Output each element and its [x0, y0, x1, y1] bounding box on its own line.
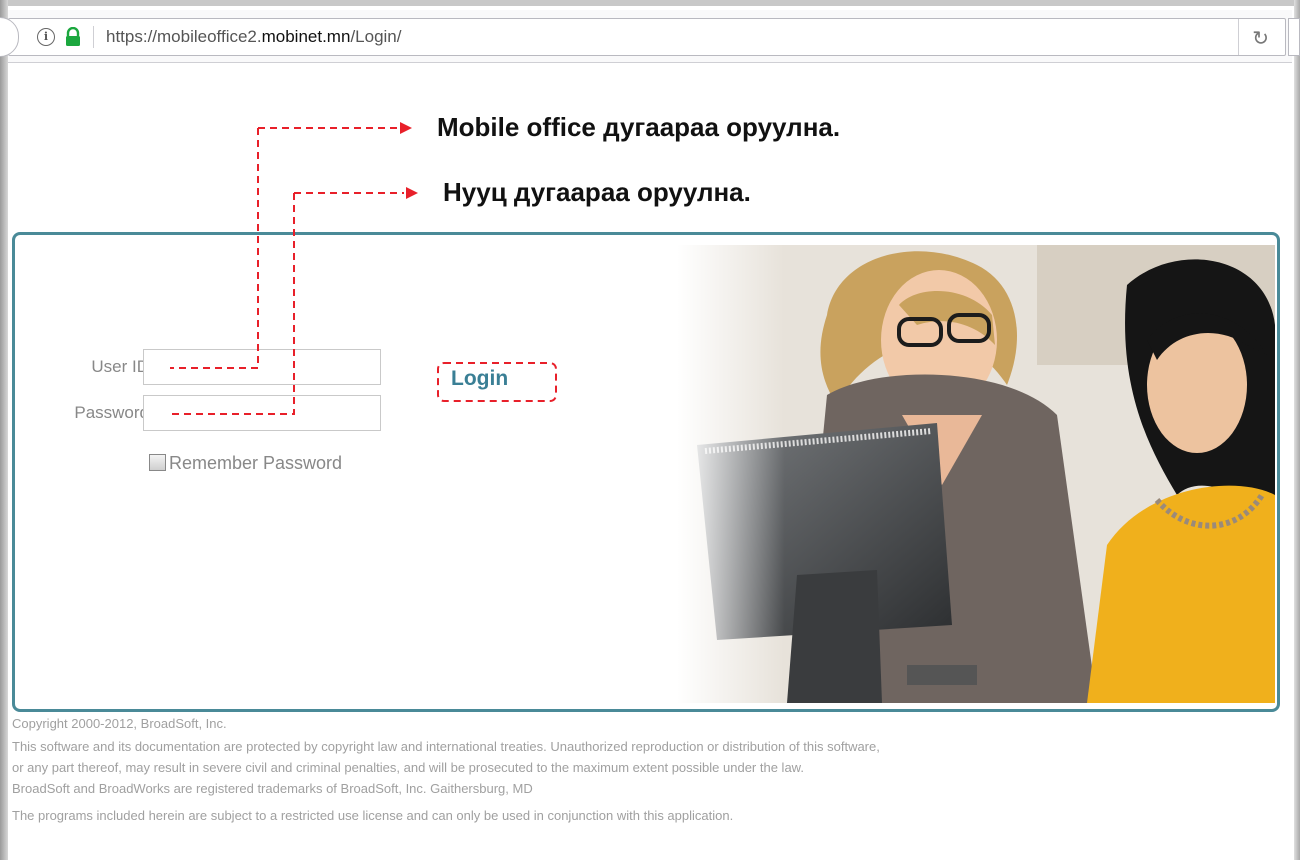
info-icon[interactable]: i	[37, 28, 55, 46]
password-label: Password	[74, 403, 149, 422]
legal-line: This software and its documentation are …	[12, 739, 880, 754]
window-frame-right	[1294, 0, 1300, 860]
login-panel: User ID Password Remember Password Login	[12, 232, 1280, 712]
url-separator	[93, 26, 94, 48]
legal-line: BroadSoft and BroadWorks are registered …	[12, 781, 533, 796]
url-suffix: /Login/	[350, 27, 402, 46]
toolbar-overflow[interactable]	[1288, 18, 1300, 56]
user-id-input[interactable]	[143, 349, 381, 385]
license-notice: The programs included herein are subject…	[12, 808, 734, 823]
copyright: Copyright 2000-2012, BroadSoft, Inc.	[12, 716, 227, 731]
user-guide-arrow	[400, 122, 412, 134]
remember-password[interactable]: Remember Password	[149, 453, 342, 474]
back-button[interactable]	[0, 17, 19, 57]
window-frame-left	[0, 0, 8, 860]
url-text[interactable]: https://mobileoffice2.mobinet.mn/Login/	[106, 27, 401, 47]
browser-toolbar: i https://mobileoffice2.mobinet.mn/Login…	[0, 10, 1300, 63]
password-guide-arrow	[406, 187, 418, 199]
legal-line: or any part thereof, may result in sever…	[12, 760, 804, 775]
password-input[interactable]	[143, 395, 381, 431]
remember-checkbox[interactable]	[149, 454, 166, 471]
legal-notice: This software and its documentation are …	[12, 736, 1282, 799]
reload-icon[interactable]: ↻	[1252, 26, 1269, 50]
lock-icon[interactable]	[64, 27, 82, 47]
user-id-hint: Mobile office дугаараа оруулна.	[437, 112, 841, 142]
office-photo	[677, 245, 1275, 703]
password-hint: Нууц дугаараа оруулна.	[443, 177, 751, 207]
user-id-label: User ID	[91, 357, 149, 376]
address-bar[interactable]: i https://mobileoffice2.mobinet.mn/Login…	[0, 17, 1286, 57]
window-frame-top	[0, 0, 1300, 6]
url-prefix: https://mobileoffice2.	[106, 27, 262, 46]
reload-separator	[1238, 19, 1239, 55]
url-domain: mobinet.mn	[261, 27, 351, 46]
login-button[interactable]: Login	[451, 367, 508, 391]
remember-label: Remember Password	[169, 453, 343, 473]
